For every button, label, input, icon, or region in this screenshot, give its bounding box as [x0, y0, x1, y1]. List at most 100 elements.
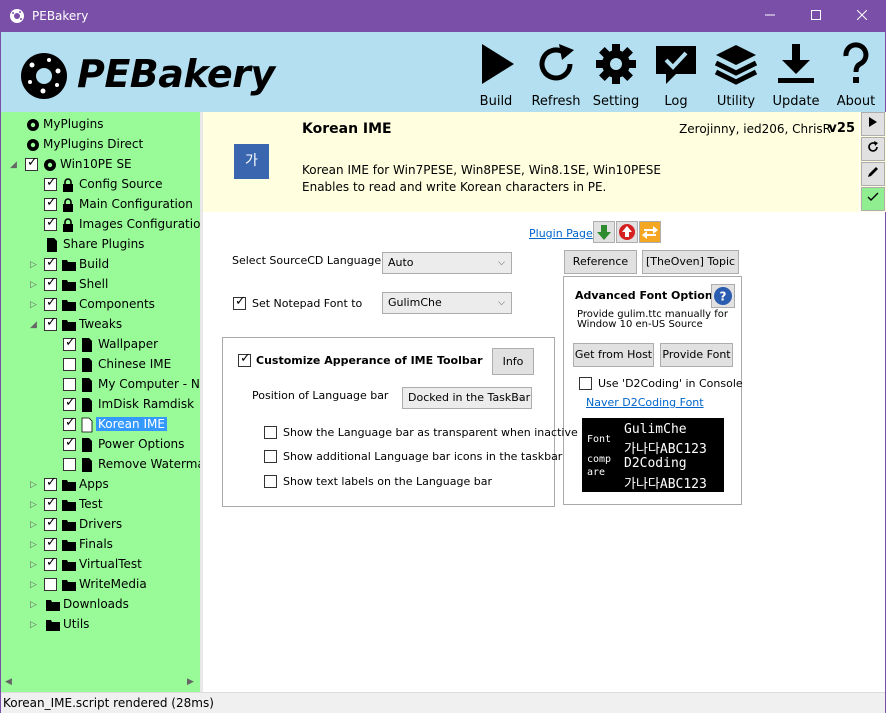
tree-item-drivers[interactable]: ▷ ✓ Drivers — [1, 515, 201, 535]
advanced-font-group: Advanced Font Option ? Provide gulim.ttc… — [563, 276, 743, 505]
upload-plugin-button[interactable] — [616, 221, 638, 243]
refresh-plugin-button[interactable] — [861, 137, 885, 161]
tree-checkbox[interactable]: ✓ — [44, 556, 57, 571]
tree-checkbox[interactable]: ✓ — [44, 176, 57, 191]
tree-item-my-computer[interactable]: My Computer - Nar — [1, 375, 201, 395]
tree-item-images-configuration[interactable]: ✓ Images Configuration — [1, 215, 201, 235]
tree-checkbox[interactable]: ✓ — [25, 156, 38, 171]
theoven-topic-button[interactable]: [TheOven] Topic — [642, 250, 739, 274]
tree-item-config-source[interactable]: ✓ Config Source — [1, 175, 201, 195]
expand-icon[interactable]: ▷ — [30, 620, 38, 630]
reference-button[interactable]: Reference — [564, 250, 637, 274]
tree-checkbox[interactable]: ✓ — [44, 296, 57, 311]
text-labels-checkbox[interactable] — [264, 475, 277, 488]
additional-icons-checkbox[interactable] — [264, 450, 277, 463]
get-from-host-button[interactable]: Get from Host — [573, 343, 654, 367]
expand-icon[interactable]: ▷ — [30, 500, 38, 510]
notepad-font-combo[interactable]: GulimChe ⌵ — [382, 292, 512, 314]
tree-item-power-options[interactable]: ✓ Power Options — [1, 435, 201, 455]
plugin-page-link[interactable]: Plugin Page — [529, 227, 593, 240]
check-plugin-button[interactable] — [861, 187, 885, 211]
update-button[interactable]: Update — [766, 38, 826, 112]
collapse-icon[interactable]: ◢ — [10, 160, 18, 170]
sync-plugin-button[interactable] — [639, 221, 661, 243]
font-help-button[interactable]: ? — [711, 284, 735, 308]
d2coding-checkbox[interactable] — [579, 377, 592, 390]
tree-checkbox[interactable]: ✓ — [44, 196, 57, 211]
tree-item-apps[interactable]: ▷ ✓ Apps — [1, 475, 201, 495]
tree-checkbox[interactable]: ✓ — [44, 256, 57, 271]
tree-item-downloads[interactable]: ▷ Downloads — [1, 595, 201, 615]
refresh-button[interactable]: Refresh — [526, 38, 586, 112]
tree-item-main-configuration[interactable]: ✓ Main Configuration — [1, 195, 201, 215]
scroll-left-icon[interactable]: ◀ — [5, 677, 12, 687]
tree-checkbox[interactable]: ✓ — [44, 316, 57, 331]
tree-checkbox[interactable]: ✓ — [63, 336, 76, 351]
expand-icon[interactable]: ▷ — [30, 560, 38, 570]
minimize-button[interactable] — [747, 1, 793, 32]
tree-item-utils[interactable]: ▷ Utils — [1, 615, 201, 635]
tree-item-virtualtest[interactable]: ▷ ✓ VirtualTest — [1, 555, 201, 575]
source-language-combo[interactable]: Auto ⌵ — [382, 252, 512, 274]
tree-item-wallpaper[interactable]: ✓ Wallpaper — [1, 335, 201, 355]
folder-icon — [62, 300, 76, 311]
tree-checkbox[interactable] — [63, 358, 76, 371]
scroll-right-icon[interactable]: ▶ — [187, 677, 194, 687]
tree-checkbox[interactable]: ✓ — [63, 396, 76, 411]
tree-item-components[interactable]: ▷ ✓ Components — [1, 295, 201, 315]
expand-icon[interactable]: ▷ — [30, 540, 38, 550]
tree-item-share-plugins[interactable]: Share Plugins — [1, 235, 201, 255]
tree-item-korean-ime[interactable]: ✓ Korean IME — [1, 415, 201, 435]
lang-bar-position-combo[interactable]: Docked in the TaskBar ⌵ — [402, 387, 532, 409]
log-button[interactable]: Log — [646, 38, 706, 112]
transparent-checkbox[interactable] — [264, 426, 277, 439]
expand-icon[interactable]: ▷ — [30, 300, 38, 310]
tree-item-build[interactable]: ▷ ✓ Build — [1, 255, 201, 275]
tree-checkbox[interactable]: ✓ — [44, 516, 57, 531]
run-plugin-button[interactable] — [861, 112, 885, 136]
tree-item-finals[interactable]: ▷ ✓ Finals — [1, 535, 201, 555]
expand-icon[interactable]: ▷ — [30, 260, 38, 270]
tree-checkbox[interactable]: ✓ — [44, 216, 57, 231]
setting-button[interactable]: Setting — [586, 38, 646, 112]
notepad-font-checkbox[interactable]: ✓ — [233, 295, 246, 310]
info-button[interactable]: Info — [492, 348, 534, 375]
expand-icon[interactable]: ▷ — [30, 600, 38, 610]
customize-ime-checkbox[interactable]: ✓ — [238, 352, 251, 367]
tree-item-win10pe-se[interactable]: ◢ ✓ Win10PE SE — [1, 155, 201, 175]
tree-checkbox[interactable]: ✓ — [44, 276, 57, 291]
collapse-icon[interactable]: ◢ — [30, 320, 38, 330]
tree-checkbox[interactable]: ✓ — [44, 536, 57, 551]
download-plugin-button[interactable] — [593, 221, 615, 243]
edit-plugin-button[interactable] — [861, 162, 885, 186]
tree-item-writemedia[interactable]: ▷ WriteMedia — [1, 575, 201, 595]
tree-checkbox[interactable]: ✓ — [44, 496, 57, 511]
tree-checkbox[interactable]: ✓ — [44, 476, 57, 491]
tree-item-test[interactable]: ▷ ✓ Test — [1, 495, 201, 515]
expand-icon[interactable]: ▷ — [30, 520, 38, 530]
naver-d2coding-link[interactable]: Naver D2Coding Font — [586, 396, 704, 409]
expand-icon[interactable]: ▷ — [30, 280, 38, 290]
tree-checkbox[interactable] — [44, 578, 57, 591]
utility-button[interactable]: Utility — [706, 38, 766, 112]
tree-item-chinese-ime[interactable]: Chinese IME — [1, 355, 201, 375]
about-button[interactable]: About — [826, 38, 886, 112]
expand-icon[interactable]: ▷ — [30, 480, 38, 490]
tree-item-imdisk-ramdisk[interactable]: ✓ ImDisk Ramdisk — [1, 395, 201, 415]
tree-item-remove-watermark[interactable]: Remove Watermark — [1, 455, 201, 475]
tree-checkbox[interactable]: ✓ — [63, 416, 76, 431]
tree-item-myplugins-direct[interactable]: MyPlugins Direct — [1, 135, 201, 155]
tree-item-myplugins[interactable]: MyPlugins — [1, 115, 201, 135]
tree-checkbox[interactable]: ✓ — [63, 436, 76, 451]
build-button[interactable]: Build — [466, 38, 526, 112]
plugin-tree[interactable]: MyPlugins MyPlugins Direct ◢ ✓ Win10PE S… — [1, 112, 201, 692]
expand-icon[interactable]: ▷ — [30, 580, 38, 590]
close-button[interactable] — [839, 1, 885, 32]
tree-checkbox[interactable] — [63, 378, 76, 391]
tree-item-tweaks[interactable]: ◢ ✓ Tweaks — [1, 315, 201, 335]
tree-horizontal-scrollbar[interactable]: ◀ ▶ — [1, 673, 201, 691]
maximize-button[interactable] — [793, 1, 839, 32]
tree-item-shell[interactable]: ▷ ✓ Shell — [1, 275, 201, 295]
tree-checkbox[interactable] — [63, 458, 76, 471]
provide-font-button[interactable]: Provide Font — [660, 343, 733, 367]
